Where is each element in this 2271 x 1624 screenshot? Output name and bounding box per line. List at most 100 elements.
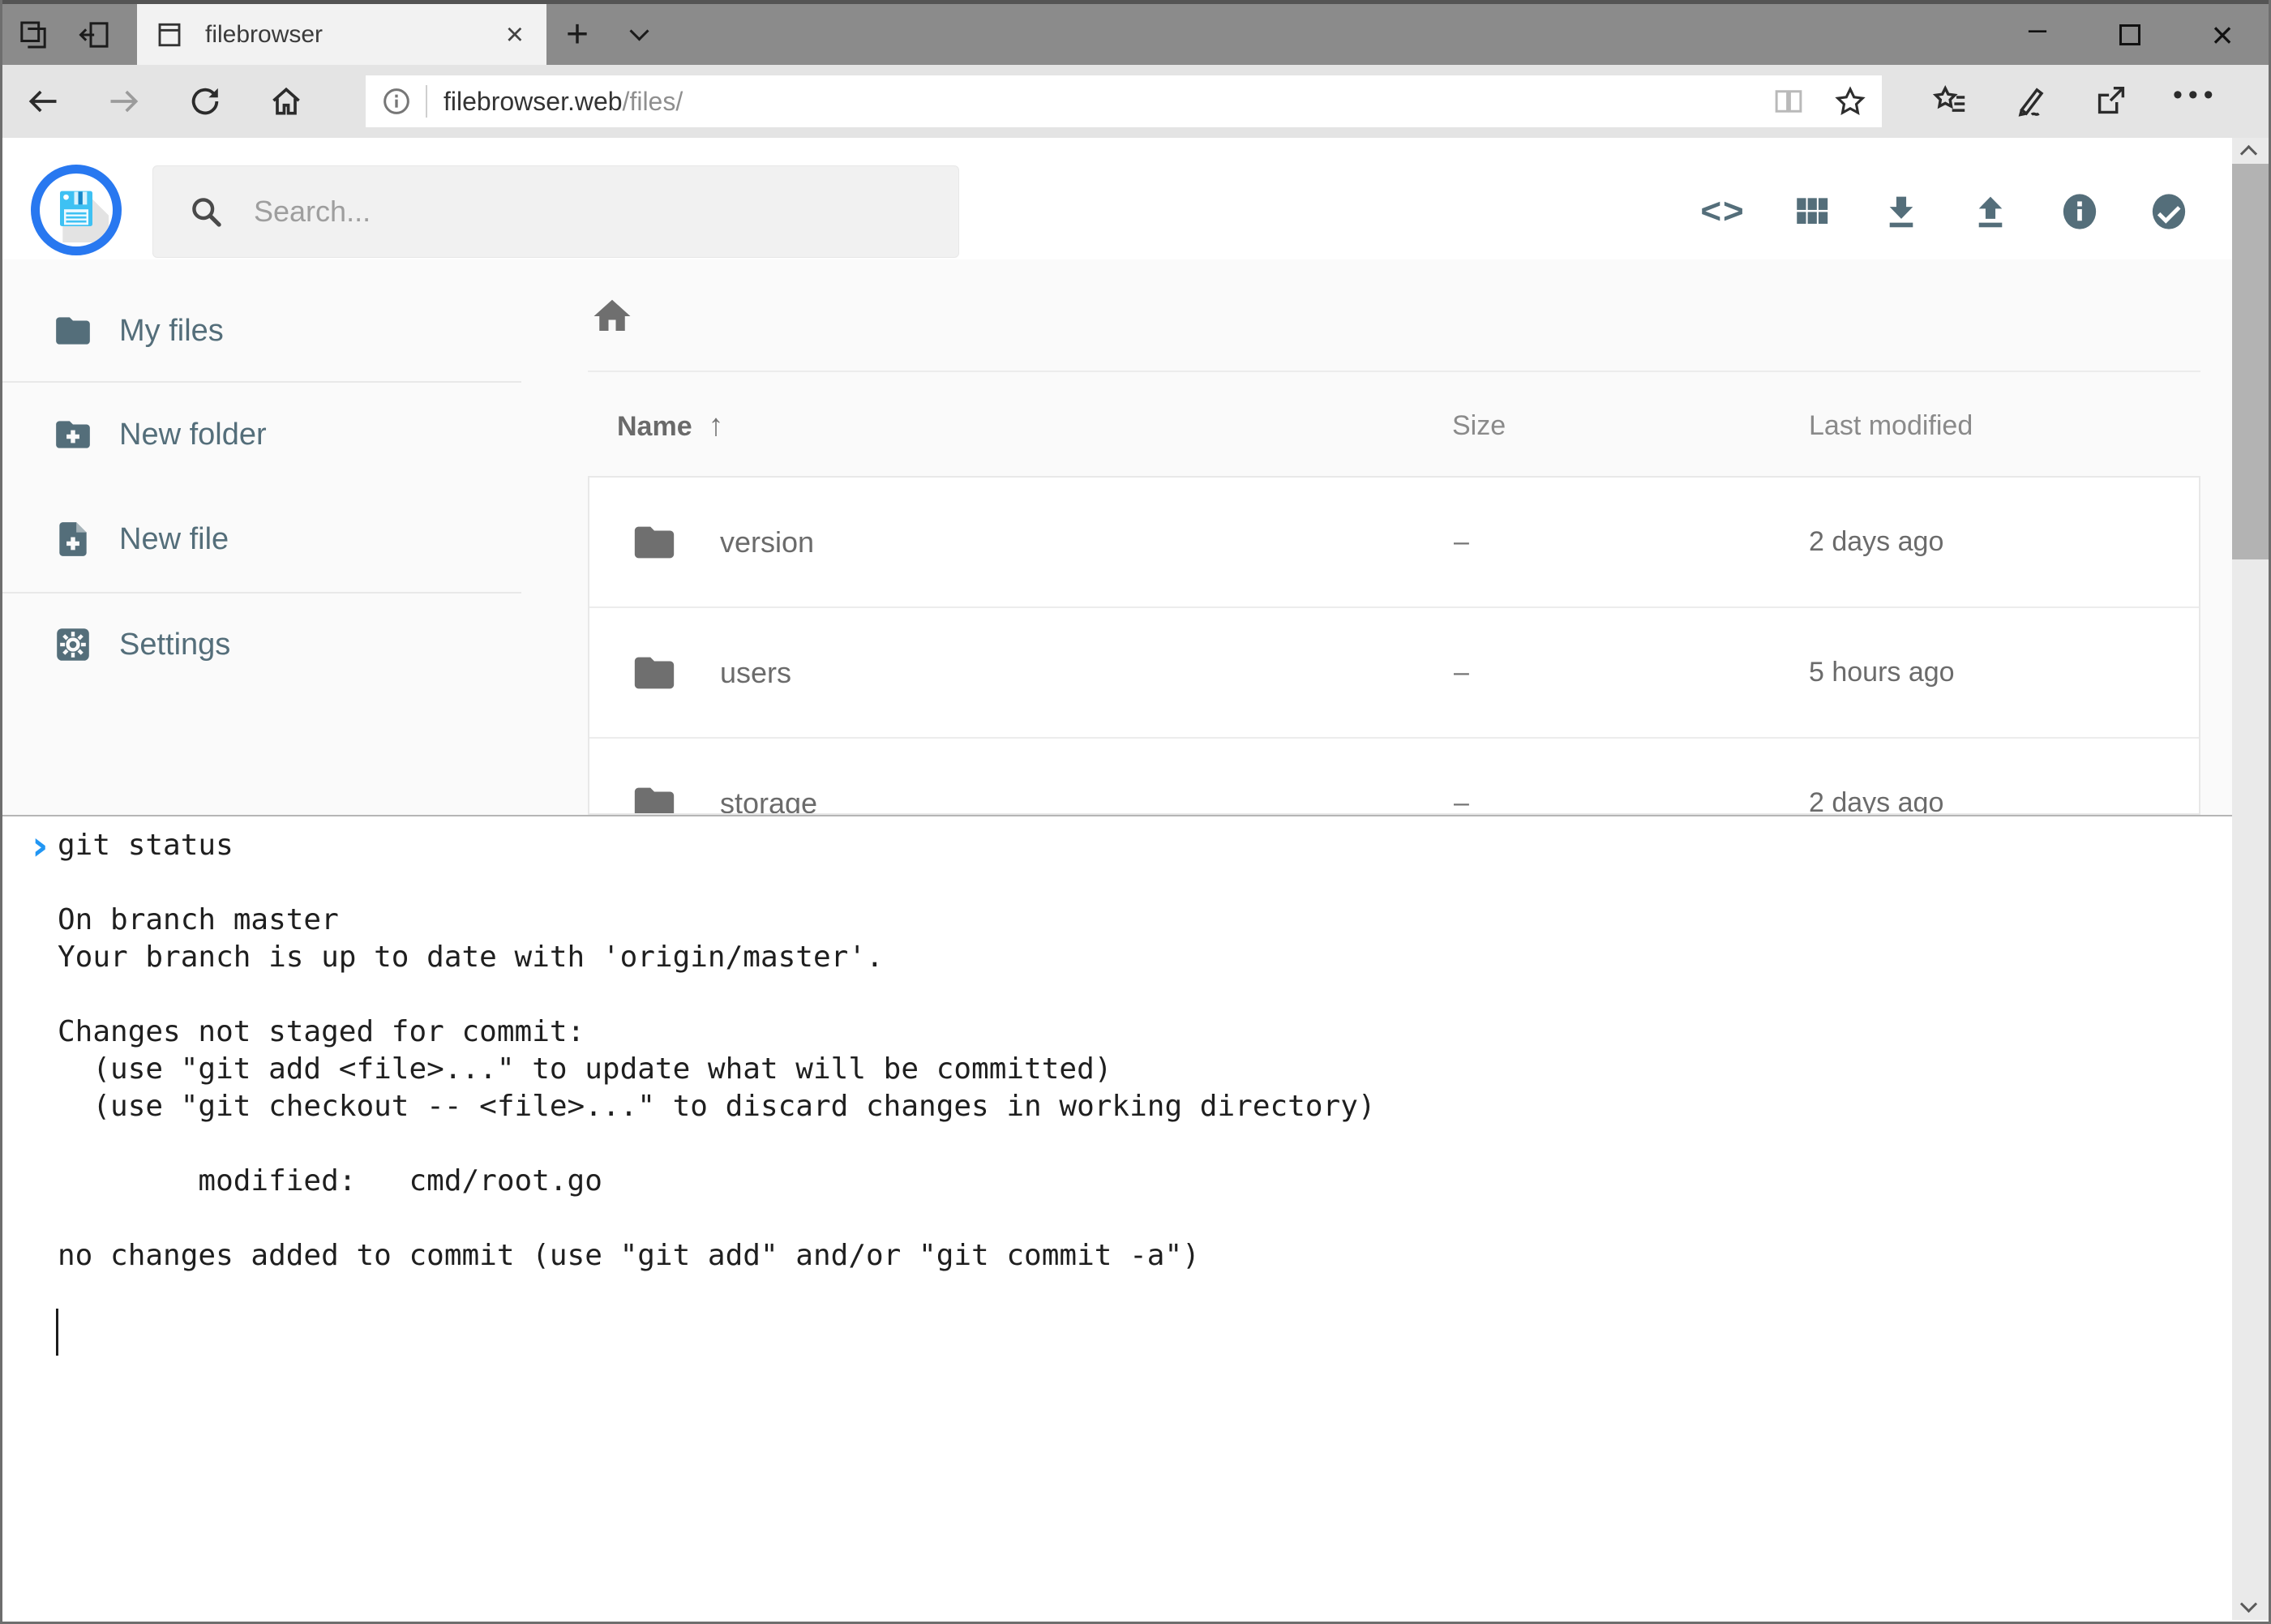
sidebar-item-label: New file: [119, 522, 229, 557]
browser-tab[interactable]: filebrowser ×: [137, 4, 546, 65]
tab-preview-icon: [17, 19, 49, 51]
header-toolbar: <>: [1702, 165, 2190, 258]
forward-button[interactable]: [84, 84, 165, 119]
back-button[interactable]: [2, 84, 84, 119]
sidebar-item-new-file[interactable]: New file: [2, 495, 521, 584]
site-info-icon[interactable]: [380, 85, 413, 118]
sidebar-item-new-folder[interactable]: New folder: [2, 390, 521, 479]
column-header-size[interactable]: Size: [1452, 407, 1506, 444]
new-tab-button[interactable]: +: [546, 4, 608, 65]
web-note-pen-button[interactable]: [2012, 83, 2050, 120]
close-window-button[interactable]: ×: [2176, 4, 2269, 65]
folder-icon: [631, 649, 678, 696]
file-size: –: [1454, 526, 1469, 558]
url-divider: [426, 85, 427, 118]
reading-view-icon[interactable]: [1772, 84, 1806, 118]
scroll-up-icon[interactable]: [2240, 145, 2257, 162]
share-button[interactable]: [2093, 83, 2130, 120]
sidebar-divider: [2, 381, 521, 383]
window-controls: – ×: [1991, 4, 2269, 65]
page-scrollbar[interactable]: [2232, 138, 2269, 1620]
terminal-line: [32, 976, 2237, 1013]
terminal-line: On branch master: [32, 902, 2237, 939]
breadcrumb-home-icon[interactable]: [590, 294, 634, 338]
url-field[interactable]: filebrowser.web/files/: [366, 75, 1882, 127]
table-row[interactable]: version – 2 days ago: [589, 478, 2199, 608]
set-tabs-aside-icon: [79, 19, 111, 51]
minimize-button[interactable]: –: [1991, 4, 2084, 65]
tab-preview-button[interactable]: [2, 4, 64, 65]
terminal-line: (use "git add <file>..." to update what …: [32, 1051, 2237, 1088]
search-icon: [187, 193, 225, 230]
prompt-chevron-icon: ›: [32, 829, 58, 862]
scrollbar-thumb[interactable]: [2232, 164, 2269, 559]
sidebar-item-label: My files: [119, 314, 224, 349]
gear-icon: [53, 624, 93, 665]
sidebar-item-my-files[interactable]: My files: [2, 286, 521, 375]
folder-icon: [631, 780, 678, 816]
terminal-command-line: › git status: [32, 827, 2237, 864]
upload-button[interactable]: [1969, 191, 2012, 233]
url-path: /files/: [623, 87, 683, 116]
grid-view-button[interactable]: [1791, 191, 1833, 232]
url-text: filebrowser.web/files/: [443, 87, 683, 117]
download-button[interactable]: [1880, 191, 1922, 233]
settings-more-button[interactable]: •••: [2173, 79, 2219, 124]
sidebar-item-label: Settings: [119, 628, 230, 662]
select-check-button[interactable]: [2148, 191, 2190, 233]
column-header-modified[interactable]: Last modified: [1809, 407, 1973, 444]
filebrowser-page: <> My files New folder New file Settings: [2, 138, 2269, 1620]
terminal-line: modified: cmd/root.go: [32, 1163, 2237, 1200]
file-size: –: [1454, 657, 1469, 688]
app-header: <>: [2, 138, 2269, 259]
terminal-line: [32, 1125, 2237, 1163]
folder-icon: [53, 311, 93, 351]
search-bar[interactable]: [152, 165, 959, 258]
address-bar: filebrowser.web/files/ •••: [2, 65, 2269, 138]
sidebar-divider: [2, 592, 521, 593]
set-tabs-aside-button[interactable]: [64, 4, 126, 65]
home-button[interactable]: [246, 84, 327, 119]
file-name: storage: [720, 786, 817, 816]
info-button[interactable]: [2059, 191, 2101, 233]
terminal-line: Your branch is up to date with 'origin/m…: [32, 939, 2237, 976]
breadcrumb-divider: [588, 371, 2200, 372]
terminal-line: [32, 1200, 2237, 1237]
favorite-star-icon[interactable]: [1833, 84, 1867, 118]
folder-icon: [631, 519, 678, 566]
terminal-cursor: [56, 1309, 58, 1356]
sidebar-item-settings[interactable]: Settings: [2, 600, 521, 689]
column-header-name[interactable]: Name↑: [617, 407, 724, 444]
table-row[interactable]: storage – 2 days ago: [589, 739, 2199, 815]
url-host: filebrowser.web: [443, 87, 623, 116]
tab-title: filebrowser: [205, 21, 501, 49]
raw-code-button[interactable]: <>: [1702, 191, 1744, 232]
search-input[interactable]: [252, 194, 924, 229]
file-name: version: [720, 525, 814, 559]
sidebar-item-label: New folder: [119, 418, 267, 452]
page-icon: [155, 20, 184, 49]
terminal-line: (use "git checkout -- <file>..." to disc…: [32, 1088, 2237, 1125]
file-modified: 2 days ago: [1809, 787, 1943, 815]
filebrowser-logo: [31, 165, 122, 255]
file-plus-icon: [53, 519, 93, 559]
tab-list-button[interactable]: [608, 4, 670, 65]
refresh-button[interactable]: [165, 84, 246, 119]
table-row[interactable]: users – 5 hours ago: [589, 608, 2199, 739]
chevron-down-icon: [629, 21, 649, 41]
terminal-line: no changes added to commit (use "git add…: [32, 1237, 2237, 1275]
maximize-button[interactable]: [2084, 4, 2176, 65]
file-size: –: [1454, 787, 1469, 815]
terminal-command: git status: [58, 827, 234, 864]
file-modified: 5 hours ago: [1809, 657, 1955, 688]
folder-plus-icon: [53, 414, 93, 455]
terminal-panel[interactable]: › git status On branch master Your branc…: [2, 815, 2237, 1620]
file-modified: 2 days ago: [1809, 526, 1943, 558]
close-tab-icon[interactable]: ×: [501, 19, 529, 50]
favorites-hub-button[interactable]: [1931, 83, 1969, 120]
tab-bar: filebrowser × + – ×: [2, 0, 2269, 65]
scroll-down-icon[interactable]: [2240, 1596, 2257, 1613]
file-list: version – 2 days ago users – 5 hours ago…: [588, 476, 2200, 815]
file-name: users: [720, 656, 791, 690]
terminal-line: [32, 864, 2237, 902]
